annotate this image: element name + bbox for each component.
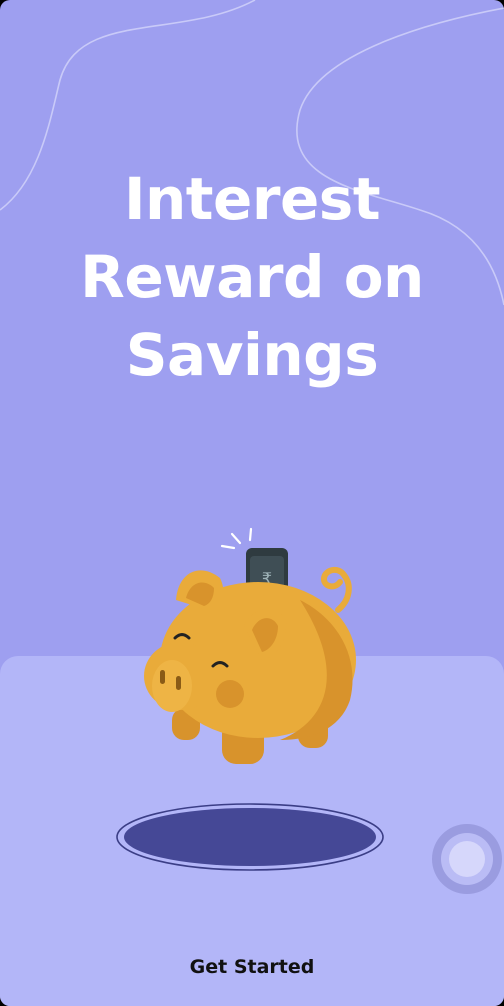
- sparkle-icon: [220, 527, 253, 550]
- onboarding-screen: Interest Reward on Savings ₹ Get Started: [0, 0, 504, 1006]
- assistive-touch-icon: [441, 833, 493, 885]
- headline-line-1: Interest: [123, 165, 381, 233]
- headline-line-3: Savings: [125, 321, 379, 389]
- assistive-touch-button[interactable]: [432, 824, 502, 894]
- headline-line-2: Reward on: [80, 243, 424, 311]
- headline: Interest Reward on Savings: [0, 160, 504, 394]
- get-started-button[interactable]: Get Started: [152, 948, 352, 986]
- hole-icon: [116, 803, 384, 871]
- piggy-bank-illustration: ₹: [116, 527, 384, 871]
- piggy-tail-icon: [321, 566, 352, 613]
